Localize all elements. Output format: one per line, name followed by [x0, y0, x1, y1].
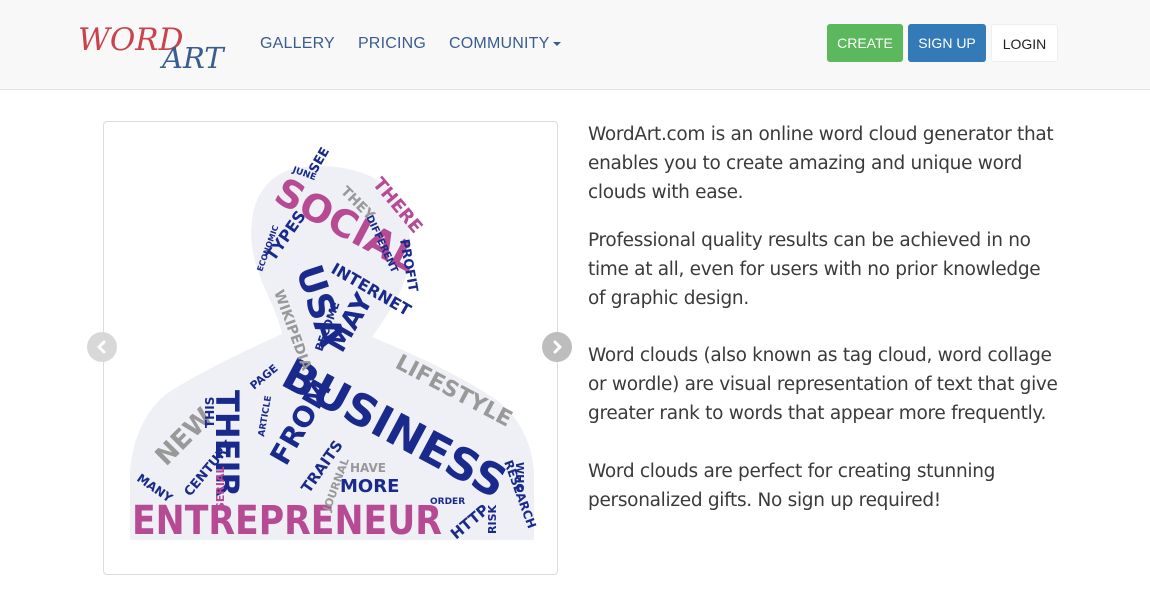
logo-art: ART	[159, 41, 226, 74]
chevron-left-icon	[97, 340, 106, 354]
top-navbar: WORD ART GALLERY PRICING COMMUNITY CREAT…	[0, 0, 1150, 90]
intro-paragraph-1: WordArt.com is an online word cloud gene…	[588, 124, 1054, 203]
signup-button[interactable]: SIGN UP	[908, 24, 986, 62]
nav-pricing[interactable]: PRICING	[358, 34, 426, 54]
main-nav: GALLERY PRICING COMMUNITY	[260, 34, 584, 54]
intro-paragraph-3: Word clouds (also known as tag cloud, wo…	[588, 345, 1058, 424]
nav-community-label: COMMUNITY	[449, 35, 550, 52]
word-cloud-carousel: ENTREPRENEUR BUSINESS SOCIAL USA THEIR F…	[103, 121, 558, 575]
word-who: WHO	[513, 462, 526, 493]
word-have: HAVE	[350, 461, 386, 475]
login-button[interactable]: LOGIN	[991, 24, 1058, 62]
caret-down-icon	[553, 41, 562, 46]
chevron-right-icon	[553, 340, 562, 354]
wordart-logo[interactable]: WORD ART	[76, 16, 242, 74]
nav-gallery[interactable]: GALLERY	[260, 34, 335, 54]
intro-paragraph-4: Word clouds are perfect for creating stu…	[588, 461, 996, 511]
carousel-next-button[interactable]	[542, 332, 572, 362]
word-this: THIS	[203, 397, 217, 428]
nav-community[interactable]: COMMUNITY	[449, 34, 562, 54]
word-risk: RISK	[486, 505, 499, 534]
word-serial: SERIAL	[214, 466, 227, 510]
word-more: MORE	[340, 476, 399, 497]
word-order: ORDER	[430, 497, 465, 507]
auth-buttons: CREATE SIGN UP LOGIN	[827, 24, 1063, 62]
carousel-prev-button[interactable]	[87, 332, 117, 362]
create-button[interactable]: CREATE	[827, 24, 903, 62]
intro-paragraph-2: Professional quality results can be achi…	[588, 230, 1041, 309]
word-entrepreneur: ENTREPRENEUR	[132, 498, 442, 544]
word-cloud-image: ENTREPRENEUR BUSINESS SOCIAL USA THEIR F…	[130, 145, 539, 544]
